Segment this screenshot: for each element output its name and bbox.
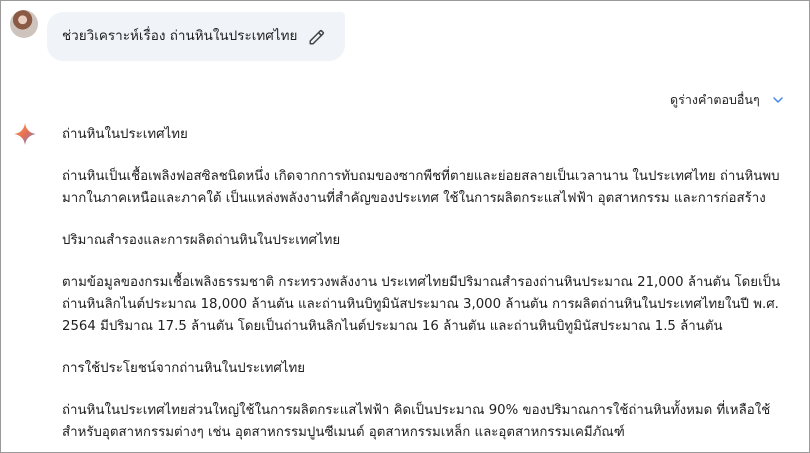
- user-avatar[interactable]: [10, 10, 38, 38]
- response-title: ถ่านหินในประเทศไทย: [62, 127, 188, 142]
- sparkle-icon: [14, 123, 36, 145]
- section-heading-usage: การใช้ประโยชน์จากถ่านหินในประเทศไทย: [62, 361, 306, 376]
- section-heading-reserves: ปริมาณสำรองและการผลิตถ่านหินในประเทศไทย: [62, 233, 341, 248]
- user-prompt-text: ช่วยวิเคราะห์เรื่อง ถ่านหินในประเทศไทย: [62, 28, 298, 44]
- chat-window: ช่วยวิเคราะห์เรื่อง ถ่านหินในประเทศไทย ด…: [0, 0, 810, 453]
- response-intro: ถ่านหินเป็นเชื้อเพลิงฟอสซิลชนิดหนึ่ง เกิ…: [62, 169, 780, 206]
- chevron-down-icon: [772, 97, 783, 103]
- show-drafts-button[interactable]: ดูร่างคำตอบอื่นๆ: [670, 90, 786, 110]
- user-prompt-bubble: ช่วยวิเคราะห์เรื่อง ถ่านหินในประเทศไทย: [47, 12, 345, 61]
- section-body-reserves: ตามข้อมูลของกรมเชื้อเพลิงธรรมชาติ กระทรว…: [62, 275, 781, 334]
- show-drafts-label: ดูร่างคำตอบอื่นๆ: [670, 92, 760, 107]
- assistant-response: ถ่านหินในประเทศไทย ถ่านหินเป็นเชื้อเพลิง…: [62, 124, 797, 444]
- section-body-usage: ถ่านหินในประเทศไทยส่วนใหญ่ใช้ในการผลิตกร…: [62, 403, 771, 440]
- pencil-icon: [309, 29, 325, 45]
- edit-prompt-button[interactable]: [306, 26, 328, 48]
